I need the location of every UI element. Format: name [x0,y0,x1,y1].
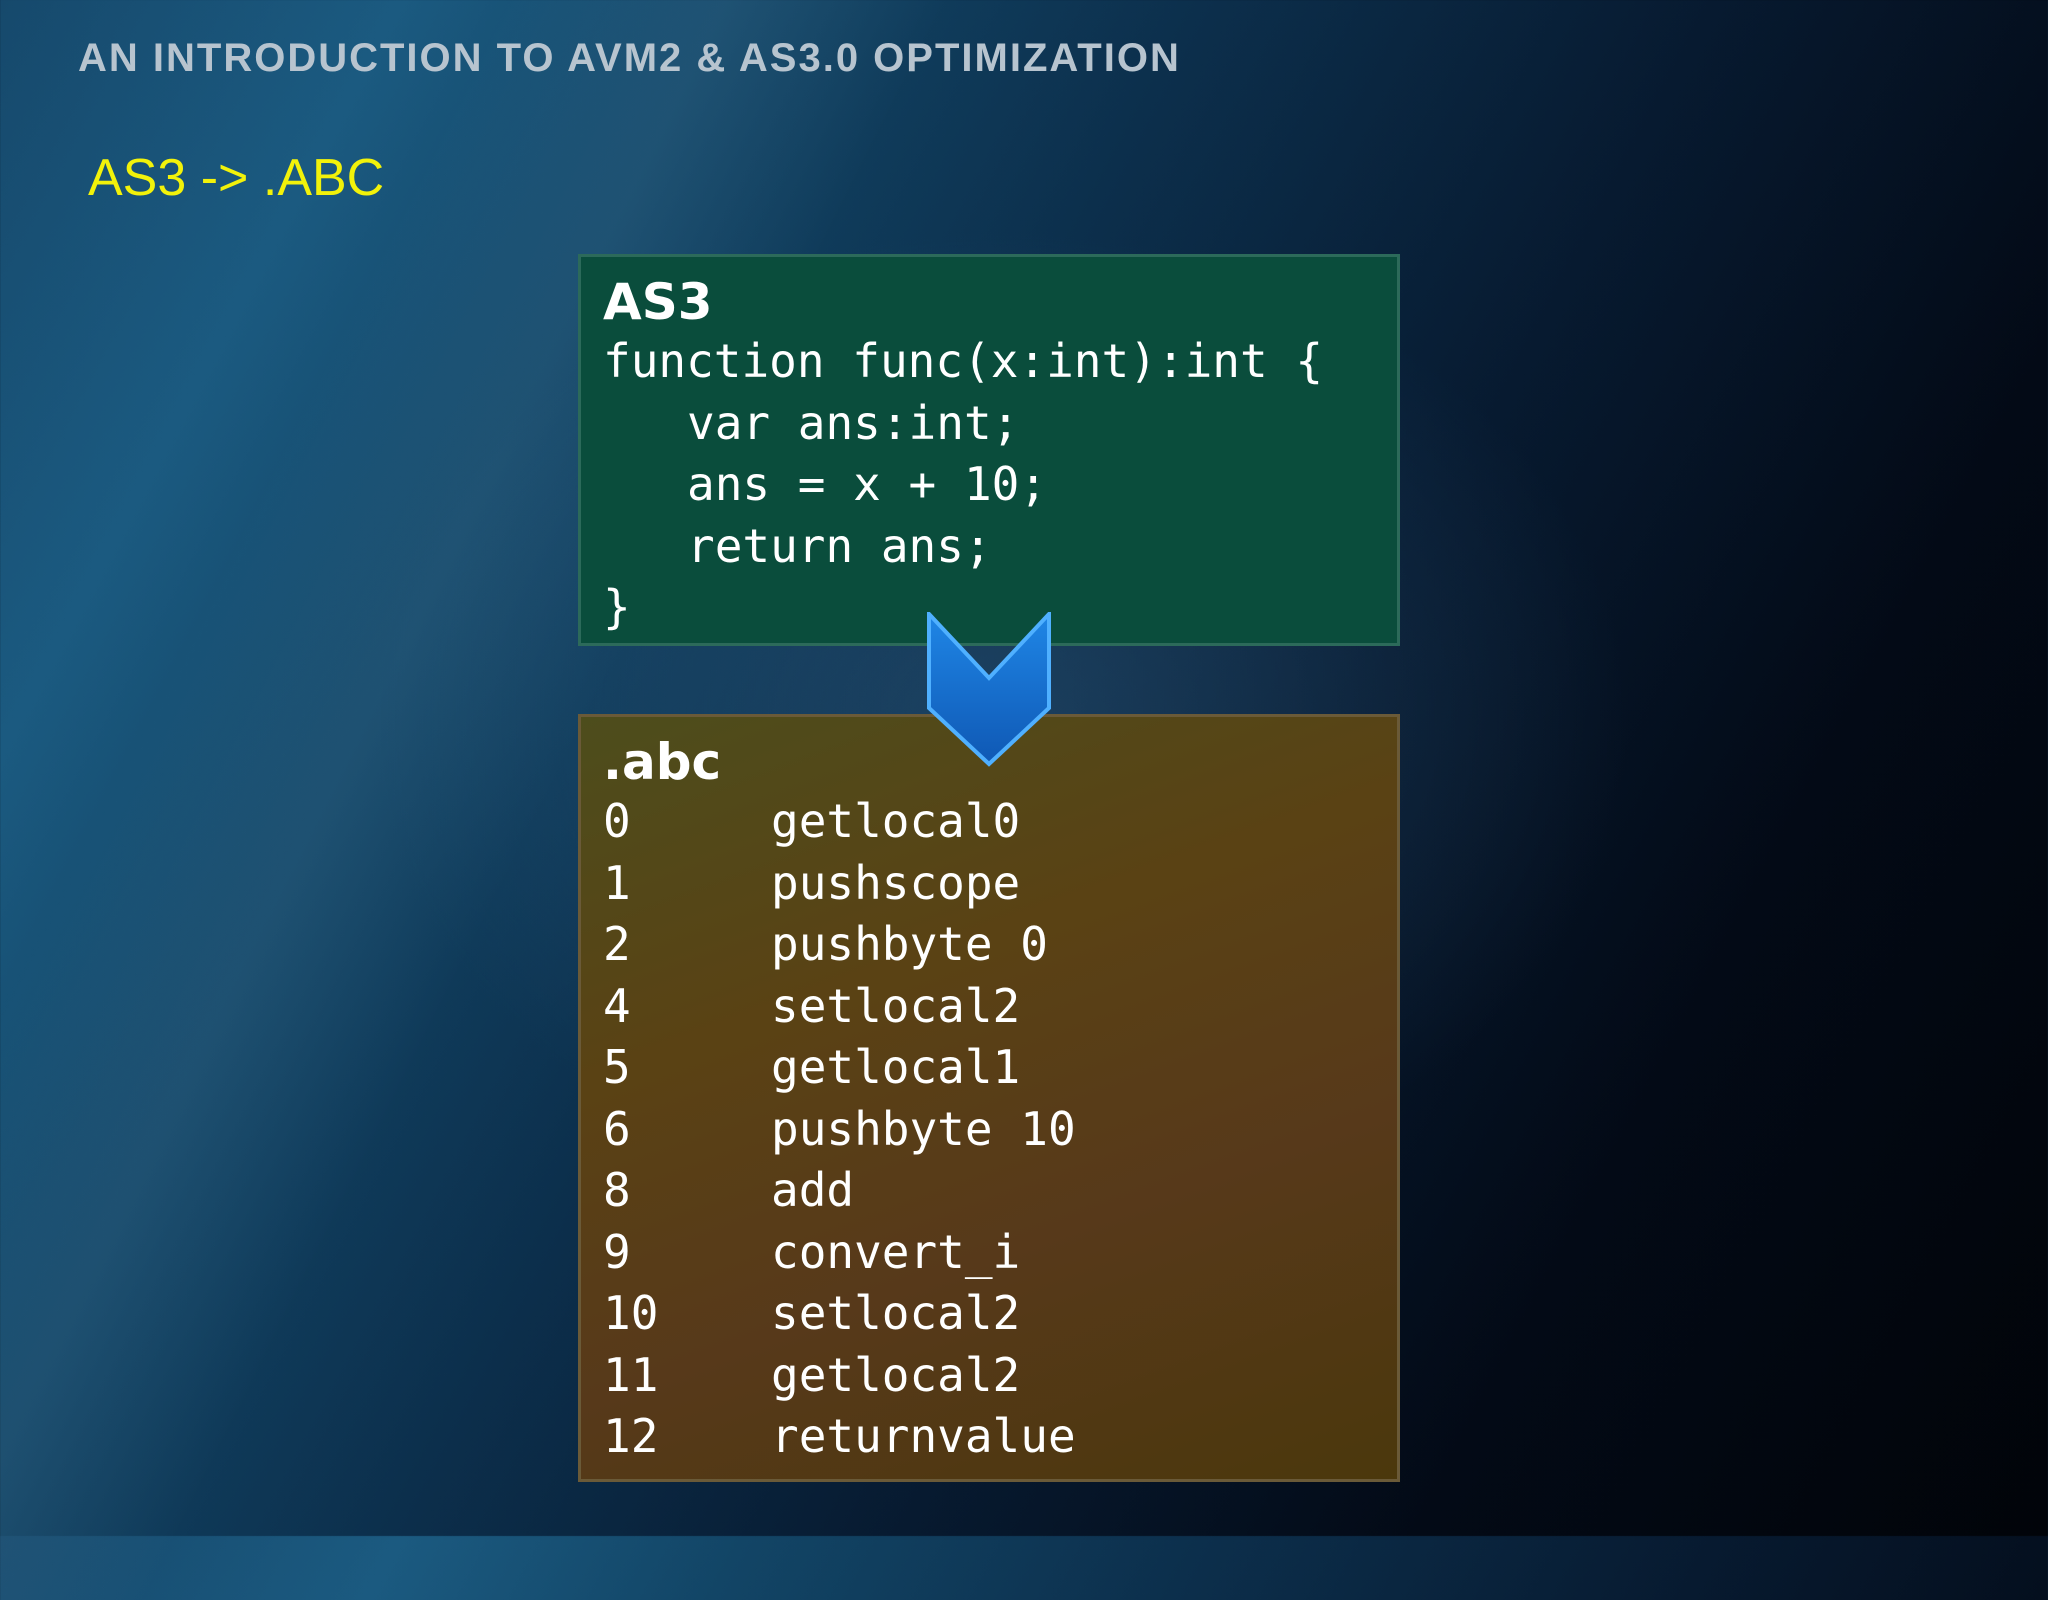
bytecode-row: 9 convert_i [603,1222,1375,1284]
bytecode-op: add [771,1163,855,1217]
bytecode-offset: 8 [603,1163,631,1217]
abc-bytecode-box: .abc 0 getlocal0 1 pushscope 2 pushbyte 0 4… [578,714,1400,1482]
bytecode-op: pushscope [771,855,1021,910]
bytecode-op: returnvalue [771,1409,1076,1463]
bytecode-offset: 5 [603,1040,631,1094]
bytecode-row: 12 returnvalue [603,1406,1375,1468]
bytecode-row: 4 setlocal2 [603,976,1375,1038]
bytecode-row: 0 getlocal0 [603,791,1375,853]
bytecode-row: 10 setlocal2 [603,1283,1375,1345]
bytecode-offset: 11 [603,1347,659,1402]
bytecode-op: setlocal2 [771,978,1021,1033]
bytecode-op: setlocal2 [771,1286,1021,1340]
as3-box-title: AS3 [603,273,713,331]
code-line: ans = x + 10; [687,457,1048,511]
bytecode-op: getlocal2 [771,1347,1021,1402]
bytecode-offset: 4 [603,978,631,1033]
bytecode-offset: 9 [603,1224,631,1279]
code-line: function func(x:int):int { [603,334,1324,388]
bytecode-offset: 10 [603,1286,659,1340]
bytecode-op: pushbyte 0 [771,917,1048,971]
bytecode-row: 5 getlocal1 [603,1037,1375,1099]
as3-code-box: AS3 function func(x:int):int { var ans:i… [578,254,1400,646]
code-line: return ans; [687,518,992,573]
bytecode-offset: 6 [603,1101,631,1156]
bytecode-row: 6 pushbyte 10 [603,1099,1375,1161]
bytecode-offset: 12 [603,1409,659,1463]
slide-subtitle: AS3 -> .ABC [88,149,385,207]
bytecode-offset: 0 [603,794,631,848]
slide-header: AN INTRODUCTION TO AVM2 & AS3.0 OPTIMIZA… [78,36,1181,80]
bytecode-row: 2 pushbyte 0 [603,914,1375,976]
bytecode-op: getlocal1 [771,1040,1021,1094]
chevron-down-icon [927,612,1051,767]
bytecode-op: convert_i [771,1224,1021,1279]
bytecode-offset: 1 [603,855,631,910]
bytecode-row: 8 add [603,1160,1375,1222]
bytecode-op: getlocal0 [771,794,1021,848]
bytecode-op: pushbyte 10 [771,1101,1076,1156]
bytecode-row: 1 pushscope [603,853,1375,915]
bytecode-offset: 2 [603,917,631,971]
bytecode-row: 11 getlocal2 [603,1345,1375,1407]
code-line: var ans:int; [687,395,1020,450]
